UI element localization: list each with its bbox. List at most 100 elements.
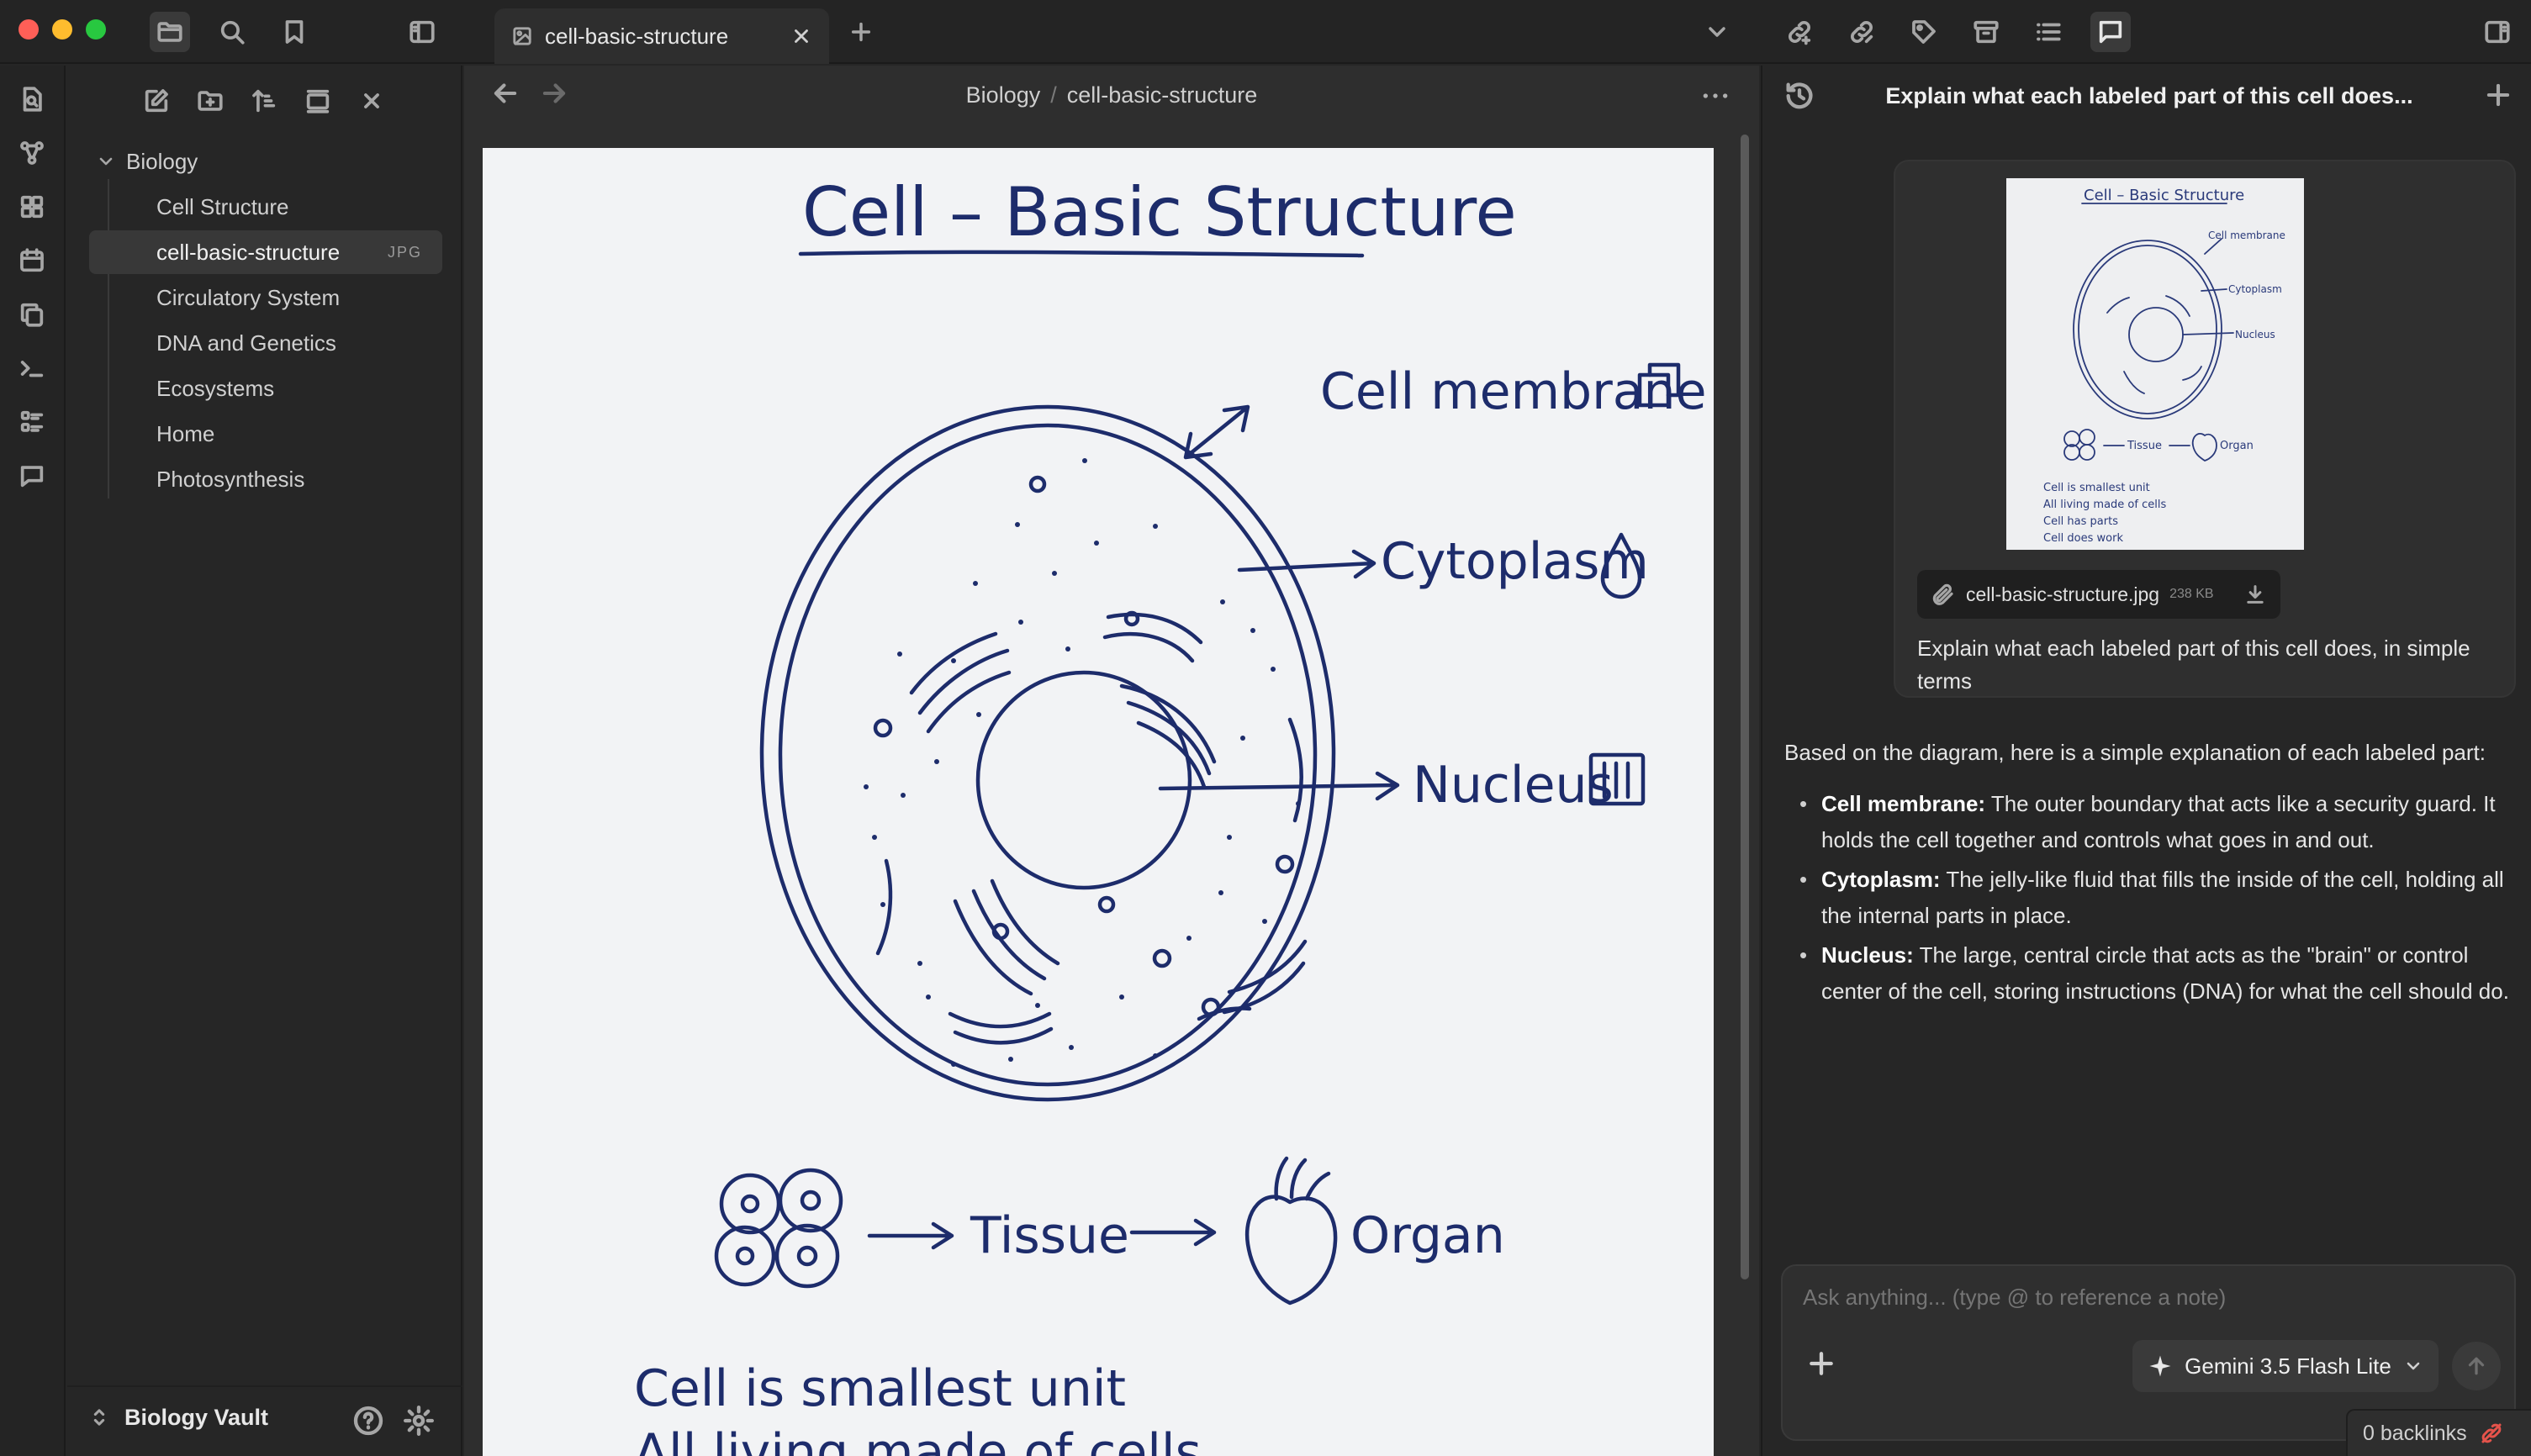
chat-title: Explain what each labeled part of this c…: [1885, 82, 2413, 108]
vertical-scrollbar[interactable]: [1741, 135, 1749, 1279]
file-explorer: Biology Cell Structure cell-basic-struct…: [67, 66, 462, 1456]
help-icon: [353, 1406, 383, 1436]
settings-button[interactable]: [402, 1404, 436, 1438]
toggle-right-sidebar-button[interactable]: [2477, 12, 2518, 52]
new-folder-button[interactable]: [190, 81, 230, 121]
right-sidebar-icon: [2485, 20, 2510, 44]
sidebar-item-ecosystems[interactable]: Ecosystems: [89, 367, 442, 410]
attachment-thumbnail[interactable]: Cell – Basic Structure Cell membrane Cyt…: [2006, 178, 2304, 550]
sidebar-item-dna-and-genetics[interactable]: DNA and Genetics: [89, 321, 442, 365]
folder-icon: [157, 22, 182, 42]
collapse-view-button[interactable]: [298, 81, 338, 121]
folder-biology[interactable]: Biology: [89, 140, 442, 183]
new-note-button[interactable]: [136, 81, 177, 121]
ribbon-calendar-button[interactable]: [12, 240, 52, 281]
more-horizontal-icon: [1703, 93, 1728, 98]
chat-history-button[interactable]: [1783, 79, 1816, 113]
close-all-button[interactable]: [351, 81, 392, 121]
history-icon: [1786, 82, 1813, 109]
sidebar-item-label: Photosynthesis: [156, 466, 305, 492]
sidebar-item-label: DNA and Genetics: [156, 330, 336, 356]
ribbon-list-button[interactable]: [12, 402, 52, 442]
list-icon: [2037, 23, 2061, 41]
sidebar-item-cell-structure[interactable]: Cell Structure: [89, 185, 442, 229]
new-tab-button[interactable]: [841, 12, 881, 52]
tag-icon: [1912, 20, 1936, 44]
close-tab-icon[interactable]: [790, 25, 812, 47]
plus-icon: [1810, 1352, 1833, 1375]
list-grid-icon: [20, 410, 44, 432]
vault-switcher[interactable]: Biology Vault: [87, 1404, 268, 1431]
breadcrumb: Biology / cell-basic-structure: [464, 66, 1759, 124]
calendar-icon: [20, 248, 44, 272]
bookmarks-button[interactable]: [274, 12, 314, 52]
attachment-chip[interactable]: cell-basic-structure.jpg 238 KB: [1917, 570, 2280, 619]
diagram-title: Cell – Basic Structure: [802, 173, 1517, 251]
more-options-button[interactable]: [1699, 79, 1732, 113]
new-chat-button[interactable]: [2482, 79, 2514, 111]
add-attachment-button[interactable]: [1804, 1347, 1838, 1380]
close-all-icon: [364, 93, 379, 108]
response-term: Cytoplasm:: [1821, 867, 1941, 892]
sidebar-toggle-icon: [410, 20, 435, 44]
ribbon-comment-button[interactable]: [12, 456, 52, 496]
thumb-label-cytoplasm: Cytoplasm: [2228, 283, 2282, 295]
label-cell-membrane: Cell membrane: [1320, 362, 1707, 421]
model-selector[interactable]: Gemini 3.5 Flash Lite: [2132, 1340, 2439, 1392]
sidebar-item-label: Ecosystems: [156, 375, 275, 401]
assistant-response: Based on the diagram, here is a simple e…: [1784, 735, 2516, 1013]
sidebar-item-photosynthesis[interactable]: Photosynthesis: [89, 457, 442, 501]
thumb-note-1: Cell is smallest unit: [2043, 482, 2150, 494]
maximize-window-button[interactable]: [86, 19, 106, 40]
toggle-left-sidebar-button[interactable]: [402, 12, 442, 52]
sort-icon: [252, 89, 276, 113]
chat-panel-button[interactable]: [2090, 12, 2131, 52]
archive-button[interactable]: [1966, 12, 2006, 52]
chat-input[interactable]: [1803, 1285, 2492, 1311]
thumb-label-nucleus: Nucleus: [2235, 329, 2275, 340]
tags-button[interactable]: [1904, 12, 1944, 52]
response-item: Cell membrane: The outer boundary that a…: [1784, 786, 2516, 858]
file-explorer-button[interactable]: [150, 12, 190, 52]
cell-diagram-drawing: Cell – Basic Structure Cell membrane Cyt…: [634, 173, 1707, 1456]
thumbnail-drawing: Cell – Basic Structure Cell membrane Cyt…: [2043, 187, 2285, 545]
response-term: Cell membrane:: [1821, 791, 1986, 816]
backlinks-count[interactable]: 0 backlinks: [2363, 1422, 2467, 1446]
send-button[interactable]: [2452, 1342, 2501, 1390]
sidebar-item-cell-basic-structure[interactable]: cell-basic-structure JPG: [89, 230, 442, 274]
sidebar-item-home[interactable]: Home: [89, 412, 442, 456]
outline-button[interactable]: [2028, 12, 2069, 52]
label-organ: Organ: [1350, 1206, 1505, 1265]
tab-list-button[interactable]: [1697, 12, 1737, 52]
download-icon[interactable]: [2243, 583, 2267, 606]
sparkle-icon: [2149, 1355, 2171, 1377]
new-folder-icon: [198, 91, 223, 111]
chat-panel: Explain what each labeled part of this c…: [1761, 66, 2531, 1456]
help-button[interactable]: [351, 1404, 385, 1438]
tab-cell-basic-structure[interactable]: cell-basic-structure: [494, 8, 829, 64]
sidebar-item-circulatory-system[interactable]: Circulatory System: [89, 276, 442, 319]
search-icon: [220, 20, 245, 45]
breadcrumb-folder[interactable]: Biology: [966, 82, 1041, 108]
breadcrumb-file[interactable]: cell-basic-structure: [1067, 82, 1258, 108]
search-button[interactable]: [212, 12, 252, 52]
ribbon-dashboard-button[interactable]: [12, 187, 52, 227]
close-window-button[interactable]: [18, 19, 39, 40]
note-line-1: Cell is smallest unit: [634, 1359, 1126, 1418]
minimize-window-button[interactable]: [52, 19, 72, 40]
arrow-up-icon: [2468, 1357, 2485, 1375]
response-item: Nucleus: The large, central circle that …: [1784, 937, 2516, 1010]
ribbon-file-search-button[interactable]: [12, 79, 52, 119]
response-text: The large, central circle that acts as t…: [1821, 942, 2509, 1004]
ribbon-terminal-button[interactable]: [12, 348, 52, 388]
backlinks-button[interactable]: [1841, 12, 1882, 52]
ribbon-copy-button[interactable]: [12, 294, 52, 335]
sync-off-icon[interactable]: [2479, 1421, 2504, 1446]
title-bar: cell-basic-structure: [0, 0, 2531, 64]
outgoing-links-button[interactable]: [1779, 12, 1820, 52]
thumb-label-membrane: Cell membrane: [2208, 229, 2285, 241]
ribbon-graph-button[interactable]: [12, 133, 52, 173]
sort-button[interactable]: [244, 81, 284, 121]
user-message-text: Explain what each labeled part of this c…: [1917, 636, 2470, 694]
thumb-label-organ: Organ: [2220, 440, 2254, 452]
